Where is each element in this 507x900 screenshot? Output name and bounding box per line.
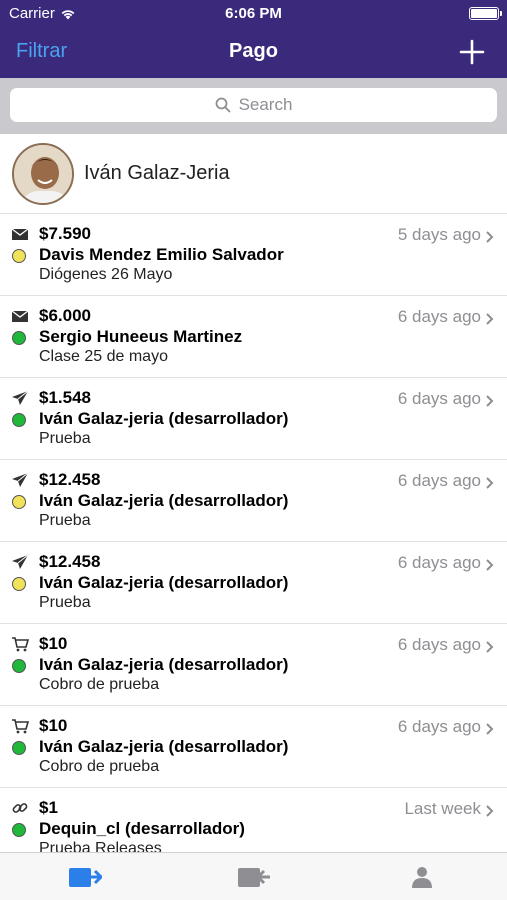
wallet-out-icon bbox=[238, 868, 270, 887]
payment-time: 6 days ago bbox=[397, 635, 481, 654]
battery-icon bbox=[469, 7, 502, 20]
profile-name: Iván Galaz-Jeria bbox=[84, 162, 230, 184]
envelope-icon bbox=[11, 308, 29, 324]
send-icon bbox=[11, 472, 29, 488]
search-input[interactable]: Search bbox=[10, 88, 497, 122]
status-dot bbox=[12, 577, 26, 591]
payment-payer: Davis Mendez Emilio Salvador bbox=[39, 245, 284, 264]
payment-time: 6 days ago bbox=[397, 553, 481, 572]
status-dot bbox=[12, 413, 26, 427]
search-icon bbox=[215, 97, 230, 113]
chevron-right-icon bbox=[485, 476, 495, 489]
payment-amount: $6.000 bbox=[39, 306, 91, 325]
tab-incoming-payments[interactable] bbox=[65, 863, 105, 891]
payment-row[interactable]: $1.548 Iván Galaz-jeria (desarrollador) Pr… bbox=[0, 378, 507, 460]
chevron-right-icon bbox=[485, 394, 495, 407]
payment-amount: $1 bbox=[39, 798, 58, 817]
cart-icon bbox=[11, 718, 30, 734]
chevron-right-icon bbox=[485, 804, 495, 817]
payment-time: 5 days ago bbox=[397, 225, 481, 244]
profile-header[interactable]: Iván Galaz-Jeria bbox=[0, 134, 507, 214]
payment-amount: $12.458 bbox=[39, 552, 101, 571]
payment-amount: $7.590 bbox=[39, 224, 91, 243]
person-icon bbox=[412, 867, 432, 888]
filter-button[interactable]: Filtrar bbox=[16, 40, 67, 63]
tab-bar bbox=[0, 852, 507, 900]
envelope-icon bbox=[11, 226, 29, 242]
status-dot bbox=[12, 249, 26, 263]
payment-payer: Iván Galaz-jeria (desarrollador) bbox=[39, 573, 289, 592]
tab-profile[interactable] bbox=[402, 863, 442, 891]
payment-row[interactable]: $6.000 Sergio Huneeus Martinez Clase 25 de… bbox=[0, 296, 507, 378]
plus-icon[interactable] bbox=[457, 37, 487, 67]
payment-payer: Iván Galaz-jeria (desarrollador) bbox=[39, 491, 289, 510]
send-icon bbox=[11, 554, 29, 570]
chevron-right-icon bbox=[485, 558, 495, 571]
search-bar: Search bbox=[0, 78, 507, 134]
send-icon bbox=[11, 390, 29, 406]
payment-time: Last week bbox=[404, 799, 481, 818]
avatar bbox=[12, 142, 74, 205]
payment-description: Cobro de prueba bbox=[39, 676, 160, 693]
payment-row[interactable]: $10 Iván Galaz-jeria (desarrollador) Cobro… bbox=[0, 706, 507, 788]
status-bar: Carrier 6:06 PM bbox=[0, 0, 507, 28]
payment-row[interactable]: $1 Dequin_cl (desarrollador) Prueba Releas… bbox=[0, 788, 507, 852]
page-title: Pago bbox=[229, 40, 278, 62]
payment-amount: $10 bbox=[39, 716, 68, 735]
payment-row[interactable]: $10 Iván Galaz-jeria (desarrollador) Cobro… bbox=[0, 624, 507, 706]
payment-description: Prueba Releases bbox=[39, 840, 162, 852]
payment-time: 6 days ago bbox=[397, 471, 481, 490]
chevron-right-icon bbox=[485, 722, 495, 735]
status-dot bbox=[12, 495, 26, 509]
payment-description: Prueba bbox=[39, 594, 91, 611]
payment-description: Prueba bbox=[39, 512, 91, 529]
navigation-bar: Filtrar Pago bbox=[0, 28, 507, 78]
payment-payer: Dequin_cl (desarrollador) bbox=[39, 819, 245, 838]
chevron-right-icon bbox=[485, 312, 495, 325]
payment-description: Cobro de prueba bbox=[39, 758, 160, 775]
chevron-right-icon bbox=[485, 230, 495, 243]
payment-description: Clase 25 de mayo bbox=[39, 348, 168, 365]
payment-time: 6 days ago bbox=[397, 717, 481, 736]
payment-payer: Iván Galaz-jeria (desarrollador) bbox=[39, 409, 289, 428]
payment-time: 6 days ago bbox=[397, 389, 481, 408]
wallet-in-icon bbox=[69, 868, 102, 887]
payment-amount: $12.458 bbox=[39, 470, 101, 489]
payment-list: $7.590 Davis Mendez Emilio Salvador Diógen… bbox=[0, 214, 507, 852]
payment-payer: Iván Galaz-jeria (desarrollador) bbox=[39, 737, 289, 756]
payment-amount: $10 bbox=[39, 634, 68, 653]
status-dot bbox=[12, 331, 26, 345]
payment-row[interactable]: $7.590 Davis Mendez Emilio Salvador Diógen… bbox=[0, 214, 507, 296]
payment-description: Diógenes 26 Mayo bbox=[39, 266, 173, 283]
payment-amount: $1.548 bbox=[39, 388, 91, 407]
cart-icon bbox=[11, 636, 30, 652]
avatar-photo bbox=[14, 144, 72, 203]
chevron-right-icon bbox=[485, 640, 495, 653]
payment-row[interactable]: $12.458 Iván Galaz-jeria (desarrollador) P… bbox=[0, 460, 507, 542]
tab-outgoing-payments[interactable] bbox=[234, 863, 274, 891]
search-placeholder: Search bbox=[238, 95, 293, 114]
link-icon bbox=[11, 800, 29, 816]
payment-time: 6 days ago bbox=[397, 307, 481, 326]
payment-payer: Iván Galaz-jeria (desarrollador) bbox=[39, 655, 289, 674]
payment-row[interactable]: $12.458 Iván Galaz-jeria (desarrollador) P… bbox=[0, 542, 507, 624]
status-dot bbox=[12, 659, 26, 673]
payment-payer: Sergio Huneeus Martinez bbox=[39, 327, 243, 346]
clock: 6:06 PM bbox=[225, 5, 282, 22]
payment-description: Prueba bbox=[39, 430, 91, 447]
status-dot bbox=[12, 823, 26, 837]
status-dot bbox=[12, 741, 26, 755]
